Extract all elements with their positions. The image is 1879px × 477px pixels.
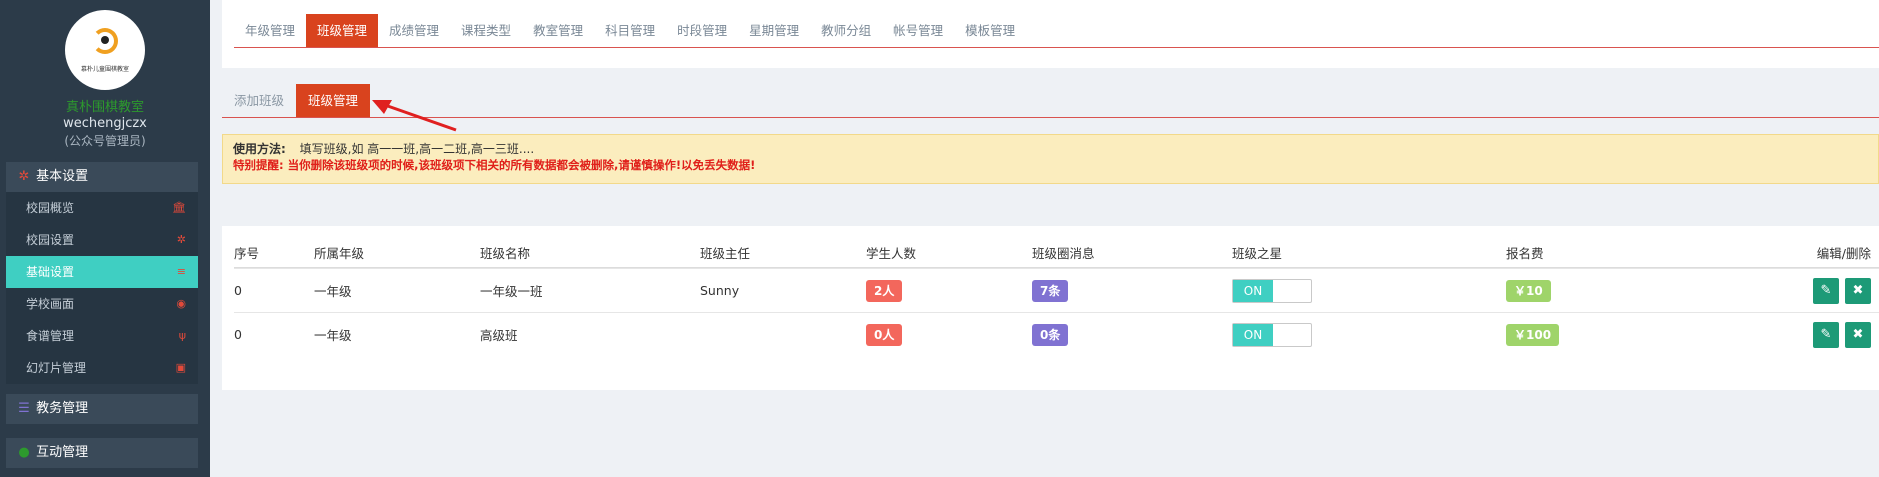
fee-badge[interactable]: ￥100 bbox=[1506, 323, 1560, 346]
header-grade: 所属年级 bbox=[314, 246, 365, 261]
delete-button[interactable]: ✖ bbox=[1845, 321, 1871, 348]
sidebar-item-basic-settings[interactable]: 基础设置 ≡ bbox=[6, 256, 198, 288]
header-students: 学生人数 bbox=[866, 246, 917, 261]
header-teacher: 班级主任 bbox=[700, 246, 751, 261]
pencil-icon: ✎ bbox=[1820, 326, 1832, 342]
header-class-name: 班级名称 bbox=[480, 246, 531, 261]
usage-text: 填写班级,如 高一一班,高一二班,高一三班.... bbox=[299, 142, 535, 156]
sidebar-item-campus-overview[interactable]: 校园概览 🏛 bbox=[6, 192, 198, 224]
bank-icon: 🏛 bbox=[172, 201, 186, 214]
list-icon: ≡ bbox=[176, 265, 186, 278]
account-role: (公众号管理员) bbox=[64, 134, 146, 148]
header-no: 序号 bbox=[234, 246, 260, 261]
logo-text: 慕朴儿童围棋教室 bbox=[80, 66, 129, 73]
tab-account-management[interactable]: 帐号管理 bbox=[882, 14, 954, 47]
menu-group-basic: ✲ 基本设置 校园概览 🏛 校园设置 ✲ 基础设置 ≡ 学校画面 ◉ 食谱管理 … bbox=[6, 162, 198, 384]
school-name: 真朴围棋教室 bbox=[65, 100, 144, 115]
header-star: 班级之星 bbox=[1232, 246, 1283, 261]
gear-icon: ✲ bbox=[176, 233, 186, 246]
tab-class-management[interactable]: 班级管理 bbox=[306, 14, 379, 47]
table-row: 0 一年级 一年级一班 Sunny 2人 7条 ON ￥10 ✎ ✖ bbox=[234, 268, 1879, 312]
tab-template-management[interactable]: 模板管理 bbox=[954, 14, 1026, 47]
header-messages: 班级圈消息 bbox=[1032, 246, 1095, 261]
pencil-icon: ✎ bbox=[1820, 282, 1832, 298]
sub-tabs: 添加班级 班级管理 bbox=[222, 84, 1879, 118]
tab-subject-management[interactable]: 科目管理 bbox=[594, 14, 666, 47]
edit-button[interactable]: ✎ bbox=[1813, 277, 1839, 304]
sidebar-item-slideshow[interactable]: 幻灯片管理 ▣ bbox=[6, 352, 198, 384]
usage-label: 使用方法: bbox=[233, 142, 286, 156]
annotation-arrow bbox=[372, 100, 457, 132]
messages-badge[interactable]: 7条 bbox=[1032, 279, 1069, 302]
edit-button[interactable]: ✎ bbox=[1813, 321, 1839, 348]
database-icon: ☰ bbox=[18, 401, 30, 416]
table-header: 序号 所属年级 班级名称 班级主任 学生人数 班级圈消息 班级之星 报名费 编辑… bbox=[234, 238, 1879, 268]
tab-teacher-groups[interactable]: 教师分组 bbox=[810, 14, 882, 47]
tab-period-management[interactable]: 时段管理 bbox=[666, 14, 738, 47]
avatar: 慕朴儿童围棋教室 bbox=[65, 10, 145, 90]
tab-classroom-management[interactable]: 教室管理 bbox=[522, 14, 594, 47]
delete-button[interactable]: ✖ bbox=[1845, 277, 1871, 304]
tab-course-type[interactable]: 课程类型 bbox=[450, 14, 522, 47]
messages-badge[interactable]: 0条 bbox=[1032, 323, 1069, 346]
top-panel: 年级管理 班级管理 成绩管理 课程类型 教室管理 科目管理 时段管理 星期管理 … bbox=[222, 0, 1879, 68]
sidebar-item-school-gallery[interactable]: 学校画面 ◉ bbox=[6, 288, 198, 320]
group-header-academic[interactable]: ☰ 教务管理 bbox=[6, 394, 198, 424]
group-header-basic[interactable]: ✲ 基本设置 bbox=[6, 162, 198, 192]
header-actions: 编辑/删除 bbox=[1816, 246, 1871, 261]
chat-icon: ● bbox=[18, 445, 30, 460]
gear-icon: ✲ bbox=[18, 169, 30, 184]
star-toggle[interactable]: ON bbox=[1232, 278, 1312, 303]
menu-group-interaction: ● 互动管理 bbox=[6, 438, 198, 468]
sidebar: 慕朴儿童围棋教室 真朴围棋教室 wechengjczx (公众号管理员) ✲ 基… bbox=[0, 0, 210, 477]
sidebar-item-recipes[interactable]: 食谱管理 ψ bbox=[6, 320, 198, 352]
sidebar-item-campus-settings[interactable]: 校园设置 ✲ bbox=[6, 224, 198, 256]
tab-score-management[interactable]: 成绩管理 bbox=[378, 14, 450, 47]
image-icon: ▣ bbox=[175, 361, 186, 374]
tab-grade-management[interactable]: 年级管理 bbox=[234, 14, 306, 47]
top-tabs: 年级管理 班级管理 成绩管理 课程类型 教室管理 科目管理 时段管理 星期管理 … bbox=[234, 14, 1879, 48]
students-badge[interactable]: 2人 bbox=[866, 279, 903, 302]
tab-class-list[interactable]: 班级管理 bbox=[296, 84, 371, 117]
students-badge[interactable]: 0人 bbox=[866, 323, 903, 346]
table-row: 0 一年级 高级班 0人 0条 ON ￥100 ✎ ✖ bbox=[234, 312, 1879, 356]
eye-icon: ◉ bbox=[176, 297, 186, 310]
fee-badge[interactable]: ￥10 bbox=[1506, 279, 1551, 302]
warning-text: 特别提醒: 当你删除该班级项的时候,该班级项下相关的所有数据都会被删除,请谨慎操… bbox=[233, 158, 756, 172]
usage-notice: 使用方法: 填写班级,如 高一一班,高一二班,高一三班.... 特别提醒: 当你… bbox=[222, 134, 1879, 184]
header-fee: 报名费 bbox=[1506, 246, 1544, 261]
account-name: wechengjczx bbox=[63, 116, 147, 131]
menu-group-academic: ☰ 教务管理 bbox=[6, 394, 198, 424]
tab-add-class[interactable]: 添加班级 bbox=[222, 84, 296, 117]
class-table-panel: 序号 所属年级 班级名称 班级主任 学生人数 班级圈消息 班级之星 报名费 编辑… bbox=[222, 226, 1879, 390]
tab-weekday-management[interactable]: 星期管理 bbox=[738, 14, 810, 47]
group-header-interaction[interactable]: ● 互动管理 bbox=[6, 438, 198, 468]
class-table: 序号 所属年级 班级名称 班级主任 学生人数 班级圈消息 班级之星 报名费 编辑… bbox=[234, 238, 1879, 356]
close-icon: ✖ bbox=[1852, 326, 1864, 342]
profile: 慕朴儿童围棋教室 真朴围棋教室 wechengjczx (公众号管理员) bbox=[0, 0, 210, 160]
close-icon: ✖ bbox=[1852, 282, 1864, 298]
star-toggle[interactable]: ON bbox=[1232, 322, 1312, 347]
cutlery-icon: ψ bbox=[178, 329, 186, 342]
